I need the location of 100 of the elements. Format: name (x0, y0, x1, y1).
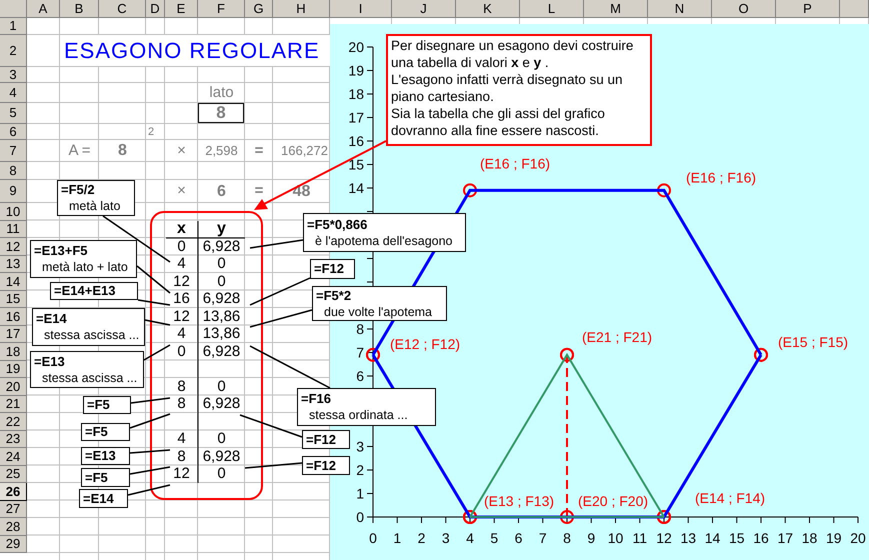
callout-formula: =F5/2 (61, 182, 96, 198)
table-cell-text: 0 (216, 256, 227, 273)
tick-label: 9 (587, 530, 596, 546)
callout-formula: =E14+E13 (54, 283, 116, 299)
table-cell-text: 0 (176, 343, 187, 360)
table-cell-text: 4 (176, 430, 187, 448)
table-cell-text: 6,928 (202, 290, 242, 308)
area-result: 166,272 (280, 142, 329, 160)
table-cell-text: 4 (176, 326, 187, 343)
point-label: (E21 ; F21) (582, 328, 652, 345)
table-cell-text: 4 (176, 256, 187, 273)
table-cell-text: 8 (176, 396, 187, 413)
point-label: (E14 ; F14) (695, 490, 766, 506)
point-label: (E16 ; F16) (686, 169, 756, 186)
side-value-cell: 8 (198, 103, 244, 123)
tick-label: 17 (348, 110, 364, 126)
point-label: (E15 ; F15) (778, 334, 848, 350)
tick-label: 3 (356, 438, 364, 454)
tick-label: 11 (632, 530, 648, 546)
callout-note: è l'apotema dell'esagono (314, 232, 454, 248)
tick-label: 1 (356, 486, 364, 502)
point-label: (E13 ; F13) (484, 493, 554, 509)
callout-note: stessa ordinata ... (308, 407, 409, 423)
table-cell-text: 0 (216, 273, 227, 290)
side-label: lato (208, 83, 235, 103)
tick-label: 18 (802, 530, 818, 546)
callout-note: stessa ascissa ... (43, 327, 140, 343)
table-cell-text: 6,928 (202, 396, 242, 413)
table-cell-text: 12 (172, 466, 191, 483)
table-cell-text: 8 (176, 448, 187, 466)
note-text: Sia la tabella che gli assi del grafico dovranno alla fine essere nascosti. (391, 105, 606, 139)
tick-label: 17 (777, 530, 794, 546)
tick-label: 5 (490, 530, 498, 546)
tick-label: 14 (704, 530, 720, 546)
side-value: 8 (117, 141, 128, 161)
area-label: A = (67, 140, 92, 161)
area-factor: 2,598 (204, 142, 239, 160)
table-cell-text: 6,928 (202, 343, 242, 360)
table-cell-text: 16 (172, 290, 191, 308)
tick-label: 7 (538, 530, 547, 546)
tick-label: 16 (348, 133, 364, 149)
note-text: L'esagono infatti verrà disegnato su un piano cartesiano. (391, 71, 624, 105)
callout-formula: =F5*0,866 (307, 216, 368, 232)
callout-formula: =F16 (301, 391, 332, 407)
callout-formula: =E13 (34, 354, 66, 370)
callout-formula: =F12 (306, 458, 337, 474)
tick-label: 16 (753, 530, 769, 546)
table-cell-text: 13,86 (202, 326, 242, 343)
table-cell-text: 0 (216, 466, 227, 483)
column-heading: x (176, 220, 187, 238)
tick-label: 15 (728, 530, 745, 546)
table-cell-text: 0 (176, 238, 187, 256)
tick-label: 1 (393, 530, 402, 546)
callout-formula: =E14 (36, 311, 68, 327)
callout-formula: =F12 (314, 261, 345, 277)
callout-formula: =F5 (87, 397, 111, 413)
callout-formula: =E14 (83, 490, 115, 506)
table-cell-text: 13,86 (202, 308, 242, 326)
note-text: Per disegnare un esagono devi costruire una tabella di valori x e y . (391, 37, 634, 71)
tick-label: 19 (826, 530, 842, 546)
tick-label: 2 (356, 462, 364, 478)
table-cell-text: 12 (172, 273, 191, 290)
callout-formula: =F5*2 (316, 288, 352, 304)
equals-sign: = (254, 140, 264, 161)
callout-formula: =F5 (85, 424, 109, 440)
tick-label: 10 (608, 530, 624, 546)
point-label: (E16 ; F16) (480, 155, 550, 172)
table-cell-text: 0 (216, 430, 227, 448)
tick-label: 3 (442, 530, 450, 546)
tick-label: 15 (348, 156, 364, 172)
perimeter-factor: 6 (216, 182, 227, 202)
tick-label: 20 (850, 530, 866, 546)
table-cell-text: 12 (172, 308, 191, 326)
tick-label: 0 (369, 530, 377, 546)
tick-label: 19 (348, 62, 364, 78)
column-heading: y (216, 220, 227, 238)
tick-label: 20 (348, 39, 364, 55)
tick-label: 14 (348, 180, 364, 196)
callout-note: stessa ascissa ... (41, 370, 138, 386)
callout-formula: =E13+F5 (34, 243, 88, 259)
tick-label: 8 (356, 321, 364, 337)
tick-label: 8 (563, 530, 571, 546)
equals-sign: = (254, 181, 264, 202)
tick-label: 13 (680, 530, 696, 546)
tick-label: 18 (348, 86, 364, 102)
tick-label: 6 (514, 530, 522, 546)
tick-label: 4 (466, 530, 474, 546)
tick-label: 12 (656, 530, 672, 546)
table-cell-text: 6,928 (202, 448, 242, 466)
tick-label: 2 (418, 530, 426, 546)
tick-label: 6 (356, 368, 364, 384)
times-sign: × (176, 181, 187, 202)
callout-formula: =E13 (85, 448, 117, 464)
callout-formula: =F12 (306, 432, 337, 448)
times-sign: × (176, 140, 187, 161)
point-label: (E12 ; F12) (390, 336, 460, 352)
tick-label: 0 (356, 509, 364, 525)
tick-label: 7 (356, 344, 364, 360)
callout-note: metà lato (68, 198, 122, 214)
exponent: 2 (147, 124, 156, 140)
